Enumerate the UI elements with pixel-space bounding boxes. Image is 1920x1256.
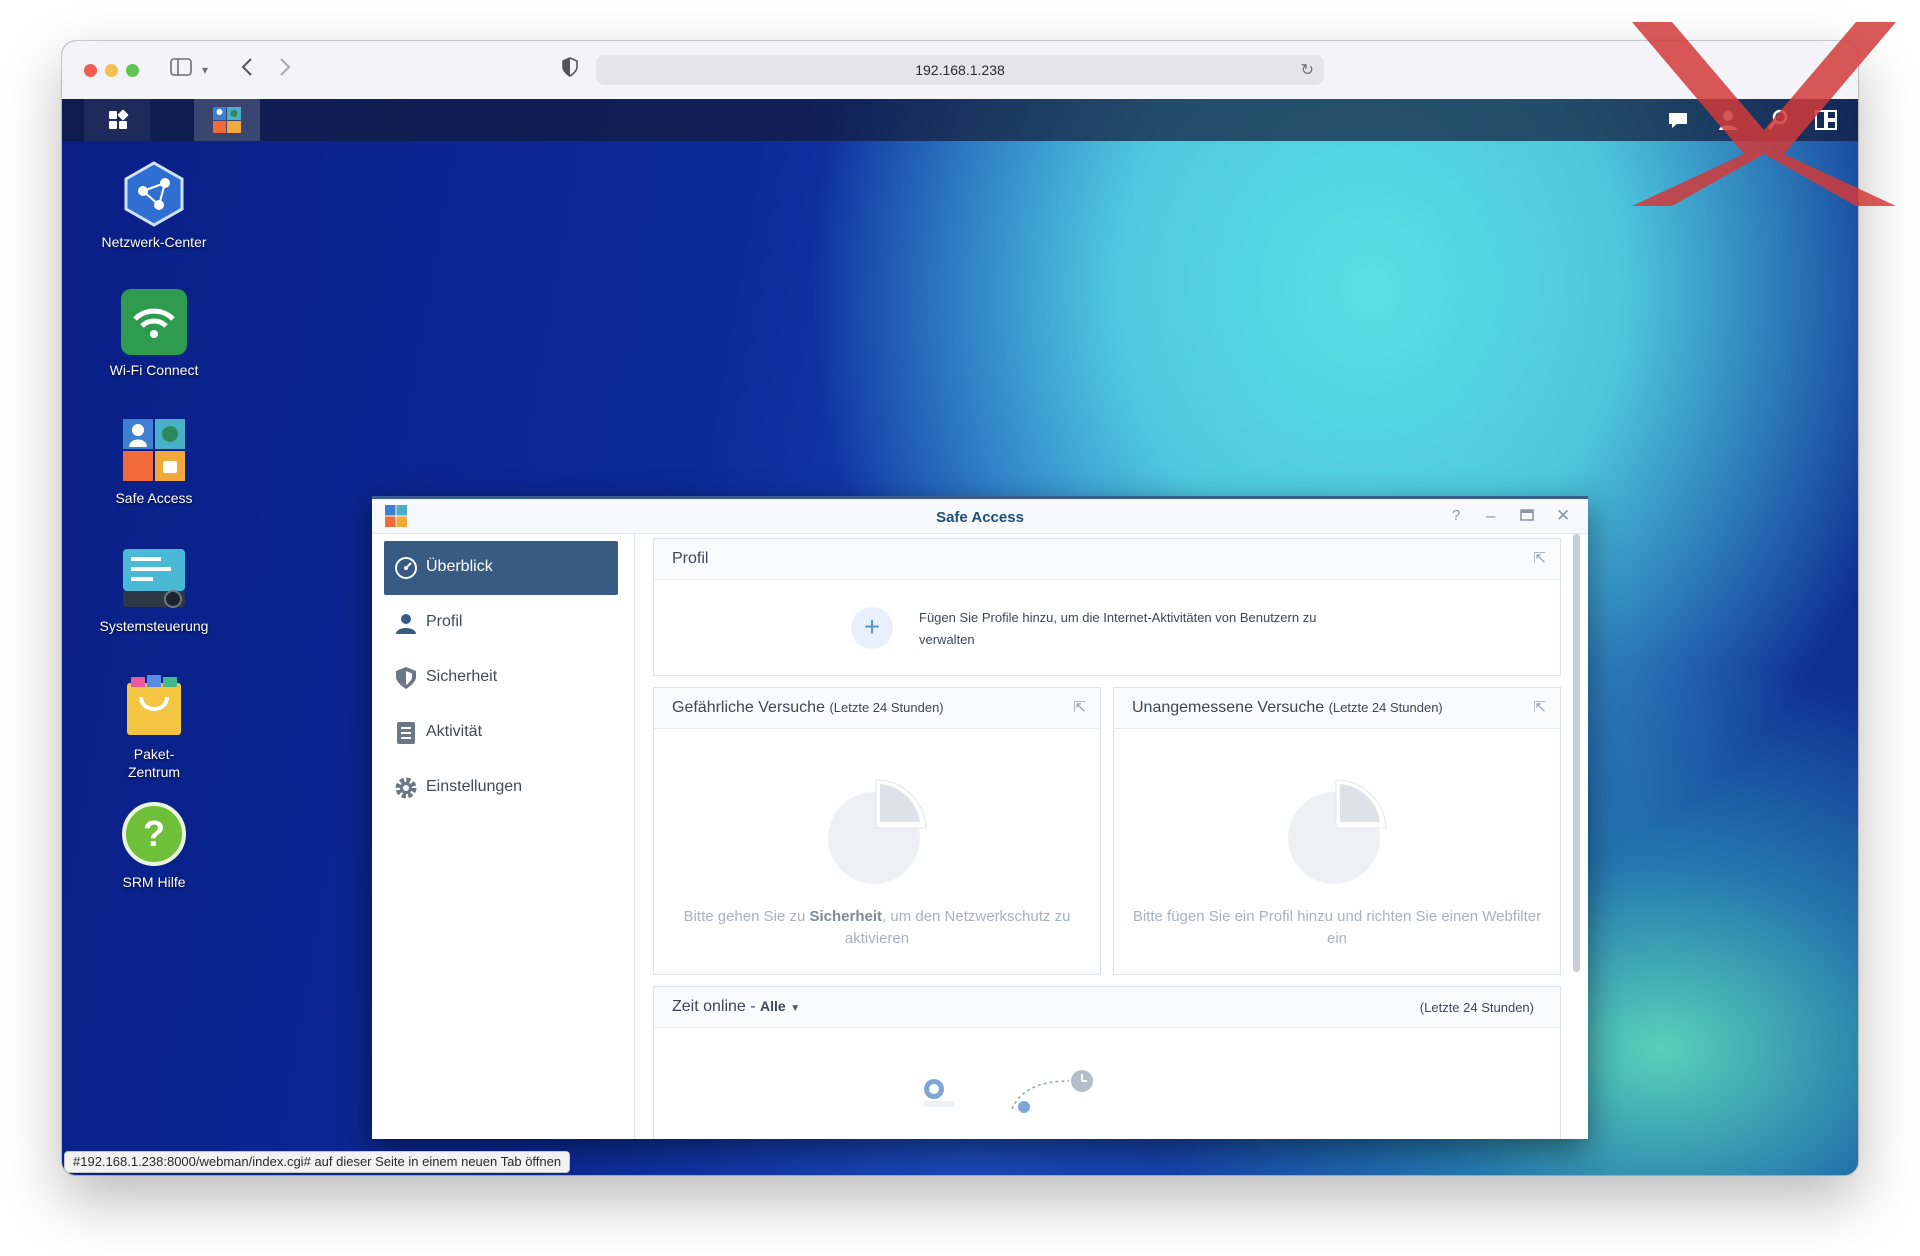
desktop-icon-label: Netzwerk-Center bbox=[101, 234, 207, 250]
dangerous-empty-message: Bitte gehen Sie zu Sicherheit, um den Ne… bbox=[683, 908, 1071, 947]
browser-window: ▾ 192.168.1.238 ↻ Netzwerk-Center Wi-Fi … bbox=[62, 41, 1858, 1175]
card-header: Unangemessene Versuche (Letzte 24 Stunde… bbox=[1114, 688, 1560, 729]
desktop-icon-label: SRM Hilfe bbox=[122, 874, 186, 890]
time-range-label: (Letzte 24 Stunden) bbox=[1419, 1000, 1534, 1015]
control-panel-icon bbox=[121, 545, 187, 611]
add-profile-button[interactable]: + bbox=[851, 607, 893, 649]
wifi-icon bbox=[121, 289, 187, 355]
desktop-icon-label: Safe Access bbox=[115, 490, 193, 506]
inappropriate-empty-message: Bitte fügen Sie ein Profil hinzu und ric… bbox=[1132, 908, 1542, 947]
pie-chart-placeholder-icon bbox=[1288, 779, 1387, 884]
shield-icon bbox=[394, 666, 418, 690]
close-window-button[interactable] bbox=[84, 64, 97, 77]
address-bar[interactable]: 192.168.1.238 ↻ bbox=[596, 55, 1324, 85]
grid-icon bbox=[109, 109, 129, 129]
sidebar-item-label: Profil bbox=[426, 613, 463, 630]
desktop-icon-control-panel[interactable]: Systemsteuerung bbox=[89, 545, 219, 635]
help-icon[interactable]: ? bbox=[1452, 506, 1460, 526]
privacy-shield-icon[interactable] bbox=[562, 57, 578, 84]
window-header[interactable]: Safe Access ? – ✕ bbox=[372, 499, 1588, 534]
maximize-icon[interactable] bbox=[1520, 506, 1534, 526]
expand-icon[interactable]: ⇱ bbox=[1073, 698, 1086, 716]
overview-panel: Profil ⇱ + Fügen Sie Profile hinzu, um d… bbox=[635, 534, 1588, 1139]
sidebar-item-security[interactable]: Sicherheit bbox=[384, 651, 618, 705]
security-link[interactable]: Sicherheit bbox=[809, 908, 882, 925]
safe-access-icon bbox=[121, 417, 187, 483]
user-icon bbox=[394, 611, 418, 635]
pie-chart-placeholder-icon bbox=[828, 779, 927, 884]
gear-icon bbox=[394, 776, 418, 800]
card-title: Unangemessene Versuche (Letzte 24 Stunde… bbox=[1132, 699, 1443, 716]
reload-icon[interactable]: ↻ bbox=[1301, 60, 1314, 80]
desktop-icon-label: Paket- Zentrum bbox=[127, 746, 181, 780]
sidebar-item-label: Überblick bbox=[426, 558, 493, 575]
desktop-icon-label: Systemsteuerung bbox=[99, 618, 209, 634]
svg-text:?: ? bbox=[143, 813, 165, 854]
sidebar-item-label: Einstellungen bbox=[426, 778, 523, 795]
back-icon[interactable] bbox=[240, 57, 254, 84]
sidebar-item-activity[interactable]: Aktivität bbox=[384, 706, 618, 760]
main-menu-button[interactable] bbox=[84, 99, 150, 141]
sidebar-item-label: Sicherheit bbox=[426, 668, 498, 685]
dashboard-icon bbox=[394, 556, 418, 580]
minimize-icon[interactable]: – bbox=[1486, 506, 1495, 526]
minimize-window-button[interactable] bbox=[105, 64, 118, 77]
safe-access-icon bbox=[213, 107, 241, 133]
browser-toolbar: ▾ 192.168.1.238 ↻ bbox=[62, 41, 1858, 100]
card-header: Zeit online - Alle ▼ (Letzte 24 Stunden) bbox=[654, 987, 1560, 1028]
card-header: Gefährliche Versuche (Letzte 24 Stunden)… bbox=[654, 688, 1100, 729]
card-header: Profil ⇱ bbox=[654, 539, 1560, 580]
user-filter-dropdown[interactable]: Alle bbox=[760, 998, 786, 1014]
sidebar-item-overview[interactable]: Überblick bbox=[384, 541, 618, 595]
profile-empty-message: Fügen Sie Profile hinzu, um die Internet… bbox=[919, 610, 1317, 647]
close-icon[interactable]: ✕ bbox=[1556, 506, 1570, 526]
package-center-icon bbox=[121, 673, 187, 739]
desktop-icon-srm-help[interactable]: ? SRM Hilfe bbox=[89, 801, 219, 891]
sidebar-item-profile[interactable]: Profil bbox=[384, 596, 618, 650]
card-title: Gefährliche Versuche (Letzte 24 Stunden) bbox=[672, 699, 944, 716]
url-text: 192.168.1.238 bbox=[915, 62, 1005, 78]
desktop-icon-safe-access[interactable]: Safe Access bbox=[89, 417, 219, 507]
sidebar: Überblick Profil Sicherheit Aktivität Ei… bbox=[372, 534, 635, 1139]
forward-icon[interactable] bbox=[278, 57, 292, 84]
desktop-icon-network-center[interactable]: Netzwerk-Center bbox=[89, 161, 219, 251]
safe-access-window: Safe Access ? – ✕ Überblick Profil Siche… bbox=[372, 496, 1588, 1139]
taskbar bbox=[62, 99, 1858, 141]
dangerous-attempts-card: Gefährliche Versuche (Letzte 24 Stunden)… bbox=[653, 687, 1101, 975]
help-icon: ? bbox=[121, 801, 187, 867]
watermark-logo bbox=[1632, 22, 1896, 206]
desktop-icon-package-center[interactable]: Paket- Zentrum bbox=[89, 673, 219, 781]
window-title: Safe Access bbox=[936, 509, 1024, 526]
desktop-icon-label: Wi-Fi Connect bbox=[109, 362, 199, 378]
expand-icon[interactable]: ⇱ bbox=[1533, 549, 1546, 567]
card-title: Zeit online - Alle ▼ bbox=[672, 998, 801, 1015]
network-center-icon bbox=[121, 161, 187, 227]
taskbar-safe-access-button[interactable] bbox=[194, 99, 260, 141]
expand-icon[interactable]: ⇱ bbox=[1533, 698, 1546, 716]
sidebar-toggle-icon[interactable] bbox=[170, 57, 192, 83]
inappropriate-attempts-card: Unangemessene Versuche (Letzte 24 Stunde… bbox=[1113, 687, 1561, 975]
zoom-window-button[interactable] bbox=[126, 64, 139, 77]
time-online-card: Zeit online - Alle ▼ (Letzte 24 Stunden) bbox=[653, 986, 1561, 1139]
card-title: Profil bbox=[672, 550, 709, 567]
chevron-down-icon[interactable]: ▼ bbox=[790, 1003, 800, 1014]
scrollbar[interactable] bbox=[1573, 534, 1580, 972]
time-online-placeholder-icon bbox=[924, 1070, 1093, 1113]
link-status-hint: #192.168.1.238:8000/webman/index.cgi# au… bbox=[64, 1151, 571, 1173]
dsm-desktop: Netzwerk-Center Wi-Fi Connect Safe Acces… bbox=[62, 99, 1858, 1175]
desktop-icon-wifi-connect[interactable]: Wi-Fi Connect bbox=[89, 289, 219, 379]
profile-card: Profil ⇱ + Fügen Sie Profile hinzu, um d… bbox=[653, 538, 1561, 676]
chevron-down-icon[interactable]: ▾ bbox=[202, 57, 208, 83]
sidebar-item-settings[interactable]: Einstellungen bbox=[384, 761, 618, 815]
list-icon bbox=[394, 721, 418, 745]
sidebar-item-label: Aktivität bbox=[426, 723, 483, 740]
